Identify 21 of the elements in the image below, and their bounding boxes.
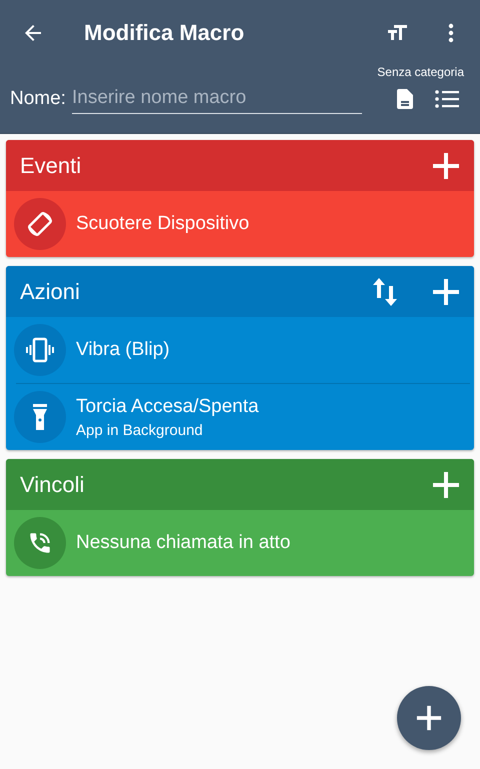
- section-title: Eventi: [20, 152, 82, 178]
- add-icon: [416, 705, 442, 731]
- name-input-field[interactable]: Inserire nome macro: [72, 83, 362, 114]
- macro-item[interactable]: Torcia Accesa/Spenta App in Background: [6, 384, 474, 450]
- screen-title: Modifica Macro: [84, 20, 246, 46]
- item-title: Torcia Accesa/Spenta: [76, 396, 259, 418]
- vibration-icon: [25, 337, 55, 363]
- macro-item[interactable]: Nessuna chiamata in atto: [6, 510, 474, 576]
- section-title: Azioni: [20, 278, 81, 304]
- item-title: Scuotere Dispositivo: [76, 213, 250, 235]
- section-title: Vincoli: [20, 472, 86, 498]
- item-title: Nessuna chiamata in atto: [76, 532, 290, 554]
- flashlight-icon: [32, 403, 48, 431]
- category-label[interactable]: Senza categoria: [377, 65, 464, 79]
- screen-rotation-icon: [25, 209, 55, 239]
- add-button[interactable]: [397, 686, 461, 750]
- macro-item[interactable]: Vibra (Blip): [6, 317, 474, 383]
- macro-item[interactable]: Scuotere Dispositivo: [6, 191, 474, 257]
- item-subtitle: App in Background: [76, 422, 204, 438]
- name-label: Nome:: [10, 88, 66, 110]
- item-title: Vibra (Blip): [76, 339, 170, 361]
